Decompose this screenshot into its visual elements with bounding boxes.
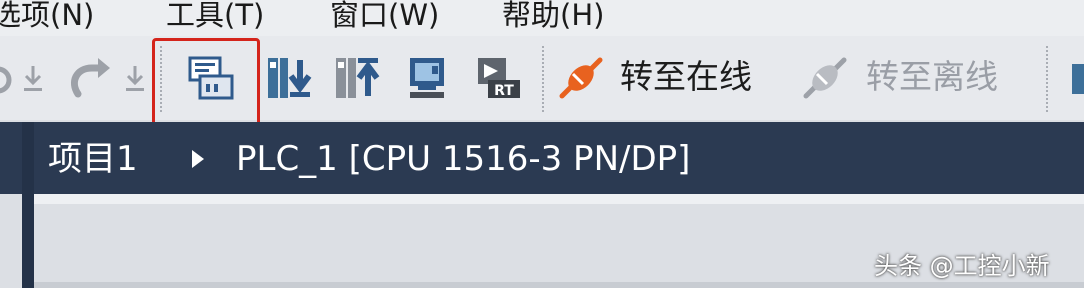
- simulation-rt-icon[interactable]: RT: [474, 54, 524, 102]
- menu-options[interactable]: 选项(N): [0, 0, 94, 34]
- svg-text:RT: RT: [494, 83, 514, 99]
- panel-header-band: [34, 194, 1084, 204]
- toolbar-separator: [1046, 46, 1048, 112]
- upload-from-device-icon[interactable]: [332, 54, 380, 102]
- download-to-device-icon[interactable]: [264, 54, 312, 102]
- watermark: 头条 @工控小新: [874, 252, 1050, 280]
- menu-help[interactable]: 帮助(H): [502, 0, 604, 34]
- download-arrow-icon[interactable]: [20, 54, 46, 102]
- redo-icon[interactable]: [64, 54, 114, 102]
- toolbar-separator: [542, 46, 544, 112]
- go-online-label[interactable]: 转至在线: [620, 55, 752, 99]
- panel-left-border: [22, 122, 34, 288]
- menu-bar: 选项(N) 工具(T) 窗口(W) 帮助(H): [0, 0, 1084, 36]
- undo-icon[interactable]: [0, 54, 16, 102]
- menu-window[interactable]: 窗口(W): [330, 0, 439, 34]
- go-online-icon[interactable]: [556, 54, 606, 102]
- breadcrumb-device[interactable]: PLC_1 [CPU 1516-3 PN/DP]: [236, 136, 690, 182]
- go-offline-label[interactable]: 转至离线: [866, 55, 998, 99]
- toolbar-overflow-icon[interactable]: [1066, 54, 1084, 102]
- chevron-right-icon: [192, 150, 204, 168]
- menu-tools[interactable]: 工具(T): [166, 0, 264, 34]
- go-offline-icon[interactable]: [800, 54, 850, 102]
- breadcrumb-project[interactable]: 项目1: [48, 136, 138, 182]
- panel-bottom-edge: [34, 282, 1084, 288]
- download-arrow-icon[interactable]: [122, 54, 148, 102]
- breadcrumb: 项目1 PLC_1 [CPU 1516-3 PN/DP]: [0, 122, 1084, 194]
- compile-icon[interactable]: [404, 54, 452, 102]
